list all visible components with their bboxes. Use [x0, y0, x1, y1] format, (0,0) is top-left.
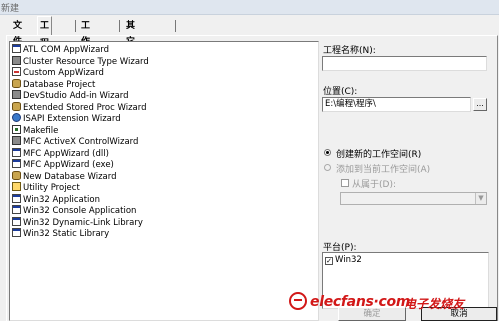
list-item[interactable]: ATL COM AppWizard: [12, 44, 109, 55]
title-bar: 新建: [0, 0, 499, 15]
list-item[interactable]: Utility Project: [12, 182, 80, 193]
project-type-list[interactable]: ATL COM AppWizard Cluster Resource Type …: [9, 41, 319, 321]
watermark: elecfans·com 电子发烧友: [289, 292, 499, 312]
dependency-checkbox[interactable]: [341, 179, 349, 187]
list-item[interactable]: DevStudio Add-in Wizard: [12, 90, 129, 101]
list-item[interactable]: Win32 Application: [12, 193, 100, 205]
chevron-down-icon[interactable]: ▼: [475, 193, 486, 204]
win32-dll-icon: [12, 216, 21, 226]
tab-separator: [75, 20, 76, 32]
addin-icon: [12, 90, 21, 99]
isapi-globe-icon: [12, 113, 21, 122]
utility-icon: [12, 182, 21, 191]
makefile-icon: [12, 124, 21, 134]
list-item[interactable]: Win32 Console Application: [12, 205, 136, 216]
dependency-select[interactable]: ▼: [340, 192, 487, 205]
list-item[interactable]: New Database Wizard: [12, 170, 117, 182]
location-label: 位置(C):: [323, 87, 358, 97]
tab-other-documents[interactable]: 其它文档: [124, 18, 137, 79]
create-workspace-radio[interactable]: [324, 149, 331, 156]
checkmark-icon[interactable]: ✓: [325, 257, 333, 265]
tab-projects[interactable]: 工程: [37, 16, 53, 49]
activex-icon: [12, 136, 21, 145]
location-field[interactable]: E:\编程\程序\: [322, 97, 471, 112]
win32-app-icon: [12, 193, 21, 203]
list-item[interactable]: Extended Stored Proc Wizard: [12, 101, 147, 113]
list-item[interactable]: Win32 Dynamic-Link Library: [12, 216, 143, 228]
platform-item-win32: Win32: [335, 255, 362, 265]
add-to-workspace-label: 添加到当前工作空间(A): [336, 165, 431, 175]
list-item[interactable]: Makefile: [12, 124, 58, 136]
list-item[interactable]: Win32 Static Library: [12, 228, 109, 239]
tab-separator: [119, 20, 120, 32]
win32-lib-icon: [12, 228, 21, 237]
browse-button[interactable]: ...: [473, 98, 487, 111]
custom-wizard-icon: [12, 67, 21, 76]
list-item[interactable]: MFC AppWizard (exe): [12, 159, 114, 170]
database-icon: [12, 78, 21, 88]
project-name-field[interactable]: [322, 56, 487, 71]
atl-app-icon: [12, 44, 21, 53]
add-to-workspace-radio[interactable]: [324, 164, 331, 171]
window-title: 新建: [1, 4, 20, 14]
stored-proc-icon: [12, 101, 21, 111]
list-item[interactable]: ISAPI Extension Wizard: [12, 113, 121, 124]
mfc-exe-icon: [12, 159, 21, 168]
list-item[interactable]: MFC AppWizard (dll): [12, 147, 109, 159]
list-item[interactable]: Cluster Resource Type Wizard: [12, 55, 149, 67]
win32-console-icon: [12, 205, 21, 214]
dependency-label: 从属于(D):: [352, 180, 396, 190]
list-item[interactable]: MFC ActiveX ControlWizard: [12, 136, 138, 147]
mfc-dll-icon: [12, 147, 21, 157]
watermark-chinese-text: 电子发烧友: [404, 297, 465, 311]
project-name-label: 工程名称(N):: [323, 46, 376, 56]
tab-separator: [175, 20, 176, 32]
cluster-icon: [12, 55, 21, 65]
elecfans-logo-icon: [289, 292, 307, 310]
list-item[interactable]: Database Project: [12, 78, 95, 90]
create-workspace-label: 创建新的工作空间(R): [336, 150, 422, 160]
tab-files[interactable]: 文件: [11, 18, 24, 47]
list-item[interactable]: Custom AppWizard: [12, 67, 104, 78]
new-database-icon: [12, 170, 21, 180]
watermark-text: elecfans·com: [310, 294, 411, 310]
tab-workspaces[interactable]: 工作区: [79, 18, 92, 63]
